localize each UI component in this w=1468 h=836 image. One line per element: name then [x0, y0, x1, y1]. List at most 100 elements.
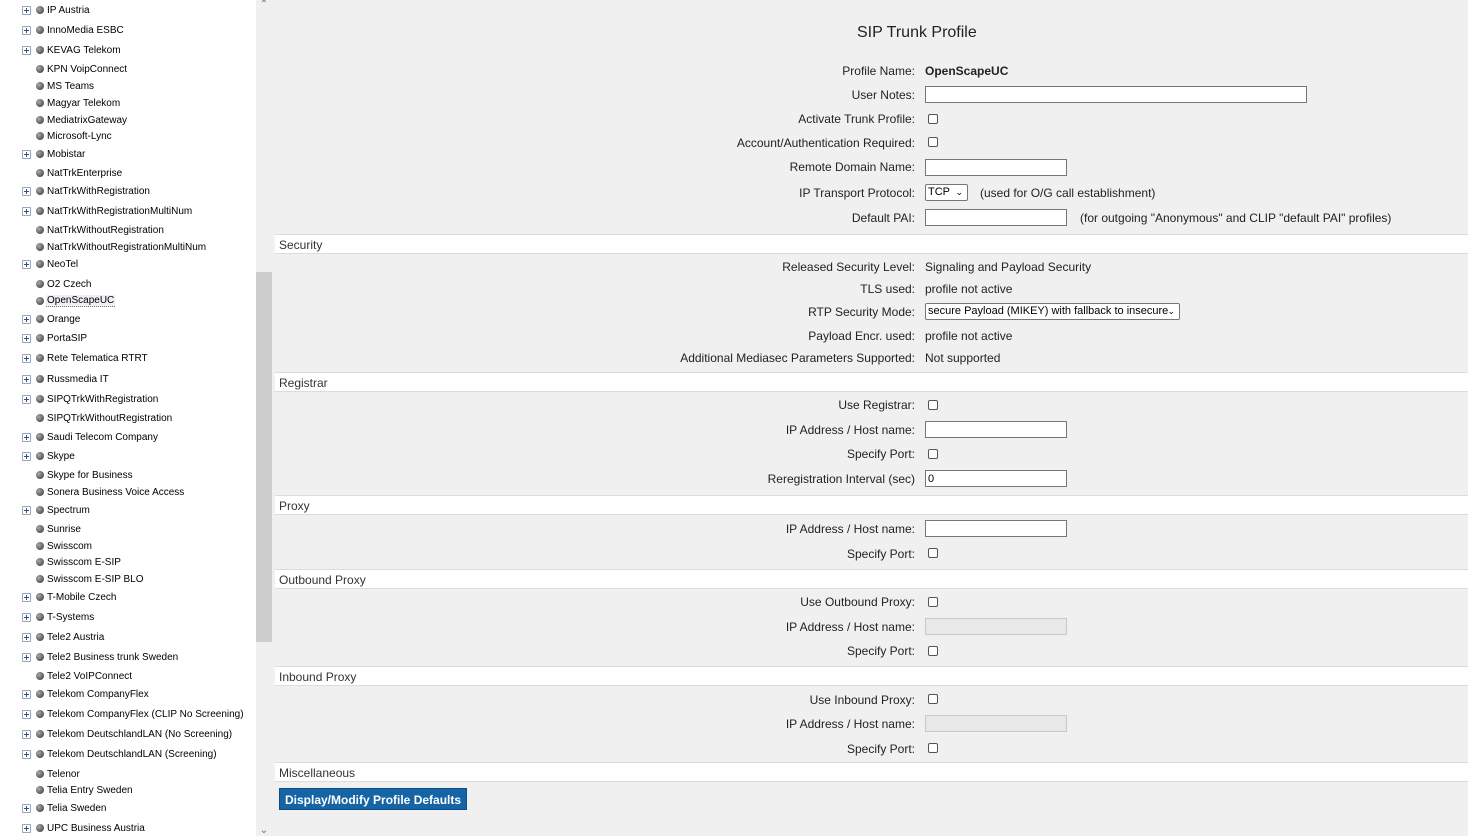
expand-plus-icon[interactable] [22, 432, 31, 442]
tree-item[interactable]: O2 Czech [22, 276, 92, 292]
scroll-down-icon[interactable]: ⌄ [258, 826, 270, 836]
expand-plus-icon[interactable] [22, 652, 31, 662]
tree-item[interactable]: Sunrise [22, 521, 82, 537]
use-registrar-checkbox[interactable] [928, 400, 938, 410]
tree-item[interactable]: Telekom CompanyFlex (CLIP No Screening) [22, 706, 245, 722]
tree-item[interactable]: Telia Sweden [22, 800, 107, 816]
tree-item[interactable]: MS Teams [22, 78, 95, 94]
tree-item[interactable]: Swisscom E-SIP [22, 554, 122, 570]
transport-protocol-select[interactable]: TCP ⌄ [925, 184, 968, 201]
tree-item[interactable]: Tele2 Austria [22, 629, 105, 645]
tree-item[interactable]: Telekom DeutschlandLAN (Screening) [22, 746, 218, 762]
tree-item-label: MS Teams [47, 80, 95, 92]
tree-item-label: KEVAG Telekom [47, 44, 121, 56]
profile-node-icon [36, 653, 44, 661]
tree-item[interactable]: PortaSIP [22, 330, 88, 346]
expand-plus-icon[interactable] [22, 505, 31, 515]
expand-plus-icon[interactable] [22, 823, 31, 833]
tree-item[interactable]: Sonera Business Voice Access [22, 484, 185, 500]
expand-plus-icon[interactable] [22, 592, 31, 602]
proxy-port-checkbox[interactable] [928, 548, 938, 558]
tree-item[interactable]: NeoTel [22, 256, 79, 272]
expand-plus-icon[interactable] [22, 206, 31, 216]
remote-domain-input[interactable] [925, 159, 1067, 176]
tree-item[interactable]: Telekom CompanyFlex [22, 686, 150, 702]
tree-item[interactable]: UPC Business Austria [22, 820, 146, 836]
tree-item[interactable]: T-Systems [22, 609, 95, 625]
tree-item[interactable]: SIPQTrkWithoutRegistration [22, 410, 173, 426]
tree-item[interactable]: Magyar Telekom [22, 95, 121, 111]
tree-item[interactable]: Swisscom E-SIP BLO [22, 571, 145, 587]
expand-plus-icon[interactable] [22, 451, 31, 461]
expand-plus-icon[interactable] [22, 803, 31, 813]
tree-item[interactable]: Tele2 VoIPConnect [22, 668, 133, 684]
expand-plus-icon[interactable] [22, 45, 31, 55]
tree-item[interactable]: Telenor [22, 766, 81, 782]
rtp-security-mode-select[interactable]: secure Payload (MIKEY) with fallback to … [925, 303, 1180, 320]
tree-item[interactable]: Tele2 Business trunk Sweden [22, 649, 179, 665]
expand-plus-icon[interactable] [22, 314, 31, 324]
expand-plus-icon[interactable] [22, 259, 31, 269]
tree-item[interactable]: Orange [22, 311, 81, 327]
tree-item[interactable]: Spectrum [22, 502, 91, 518]
use-outbound-proxy-checkbox[interactable] [928, 597, 938, 607]
tree-item[interactable]: SIPQTrkWithRegistration [22, 391, 159, 407]
tree-item[interactable]: Swisscom [22, 538, 93, 554]
registrar-ip-input[interactable] [925, 421, 1067, 438]
tree-item[interactable]: Telia Entry Sweden [22, 782, 134, 798]
tree-item[interactable]: NatTrkWithoutRegistration [22, 222, 165, 238]
profile-form: SIP Trunk Profile Profile Name: OpenScap… [272, 0, 1468, 836]
expand-plus-icon[interactable] [22, 25, 31, 35]
tree-item[interactable]: NatTrkWithRegistration [22, 183, 151, 199]
use-inbound-proxy-checkbox[interactable] [928, 694, 938, 704]
tree-item[interactable]: Saudi Telecom Company [22, 429, 159, 445]
tree-item[interactable]: MediatrixGateway [22, 112, 128, 128]
tree-item[interactable]: NatTrkWithoutRegistrationMultiNum [22, 239, 207, 255]
expand-plus-icon[interactable] [22, 394, 31, 404]
tree-item[interactable]: InnoMedia ESBC [22, 22, 125, 38]
sidebar-scrollbar[interactable]: ⌃ ⌄ [256, 0, 272, 836]
tree-item[interactable]: Mobistar [22, 146, 86, 162]
expand-plus-icon[interactable] [22, 353, 31, 363]
tree-item[interactable]: NatTrkWithRegistrationMultiNum [22, 203, 193, 219]
tree-item[interactable]: OpenScapeUC [22, 293, 116, 309]
expand-plus-icon[interactable] [22, 709, 31, 719]
tree-item[interactable]: KPN VoipConnect [22, 61, 128, 77]
tree-item[interactable]: Microsoft-Lync [22, 128, 113, 144]
expand-plus-icon[interactable] [22, 5, 31, 15]
default-pai-input[interactable] [925, 209, 1067, 226]
inbound-proxy-port-checkbox[interactable] [928, 743, 938, 753]
expand-plus-icon[interactable] [22, 186, 31, 196]
scroll-up-icon[interactable]: ⌃ [258, 0, 270, 10]
tree-item[interactable]: Telekom DeutschlandLAN (No Screening) [22, 726, 233, 742]
expand-plus-icon[interactable] [22, 612, 31, 622]
expand-plus-icon[interactable] [22, 374, 31, 384]
display-modify-defaults-button[interactable]: Display/Modify Profile Defaults [279, 788, 468, 810]
reregistration-interval-input[interactable] [925, 470, 1067, 487]
tree-item[interactable]: KEVAG Telekom [22, 42, 122, 58]
expand-plus-icon[interactable] [22, 749, 31, 759]
expand-plus-icon[interactable] [22, 149, 31, 159]
profile-node-icon [36, 82, 44, 90]
profile-node-icon [36, 593, 44, 601]
proxy-ip-input[interactable] [925, 520, 1067, 537]
activate-trunk-checkbox[interactable] [928, 114, 938, 124]
tree-item[interactable]: Skype [22, 448, 76, 464]
scroll-thumb[interactable] [256, 272, 272, 642]
auth-required-checkbox[interactable] [928, 137, 938, 147]
tree-item[interactable]: T-Mobile Czech [22, 589, 117, 605]
expand-plus-icon[interactable] [22, 632, 31, 642]
outbound-proxy-port-checkbox[interactable] [928, 646, 938, 656]
tree-item[interactable]: NatTrkEnterprise [22, 165, 123, 181]
registrar-port-checkbox[interactable] [928, 449, 938, 459]
activate-trunk-label: Activate Trunk Profile: [798, 112, 915, 126]
tree-item[interactable]: IP Austria [22, 2, 91, 18]
expand-plus-icon[interactable] [22, 689, 31, 699]
expand-plus-icon[interactable] [22, 333, 31, 343]
tree-item[interactable]: Skype for Business [22, 467, 134, 483]
user-notes-input[interactable] [925, 86, 1307, 103]
expand-plus-icon[interactable] [22, 729, 31, 739]
profile-node-icon [36, 824, 44, 832]
tree-item[interactable]: Rete Telematica RTRT [22, 350, 149, 366]
tree-item[interactable]: Russmedia IT [22, 371, 110, 387]
